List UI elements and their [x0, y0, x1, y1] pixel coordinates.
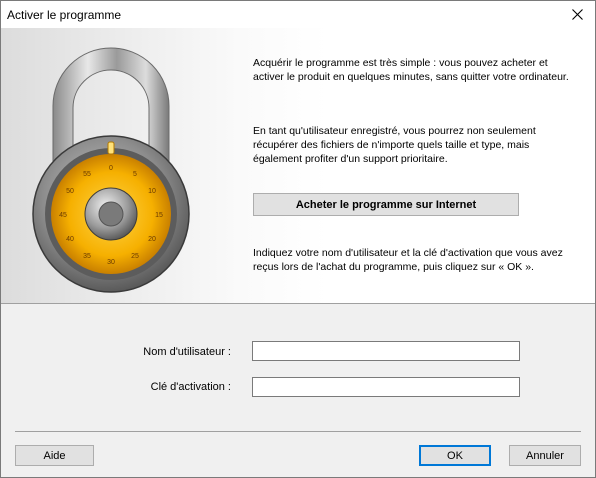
svg-text:20: 20 [148, 236, 156, 243]
svg-text:45: 45 [59, 212, 67, 219]
svg-text:25: 25 [131, 253, 139, 260]
cancel-button[interactable]: Annuler [509, 445, 581, 466]
close-button[interactable] [559, 1, 595, 28]
activation-dialog: Activer le programme 0 5 10 15 20 25 30 … [0, 0, 596, 478]
svg-text:30: 30 [107, 259, 115, 266]
activation-key-label: Clé d'activation : [150, 381, 231, 393]
intro-text: Acquérir le programme est très simple : … [253, 57, 569, 83]
username-label: Nom d'utilisateur : [143, 346, 231, 358]
svg-text:55: 55 [83, 171, 91, 178]
svg-text:5: 5 [133, 171, 137, 178]
svg-text:40: 40 [66, 236, 74, 243]
instructions-text: Indiquez votre nom d'utilisateur et la c… [253, 247, 563, 273]
svg-text:0: 0 [109, 165, 113, 172]
footer-divider [15, 431, 581, 432]
svg-text:35: 35 [83, 253, 91, 260]
banner-divider [1, 303, 595, 304]
window-title: Activer le programme [7, 8, 122, 22]
buy-online-button[interactable]: Acheter le programme sur Internet [253, 193, 519, 216]
benefits-text: En tant qu'utilisateur enregistré, vous … [253, 125, 536, 165]
title-bar: Activer le programme [1, 1, 595, 28]
svg-text:10: 10 [148, 188, 156, 195]
banner: 0 5 10 15 20 25 30 35 40 45 50 55 Acquér… [1, 28, 595, 303]
help-button[interactable]: Aide [15, 445, 94, 466]
svg-text:15: 15 [155, 212, 163, 219]
username-input[interactable] [252, 341, 520, 361]
activation-key-input[interactable] [252, 377, 520, 397]
padlock-icon: 0 5 10 15 20 25 30 35 40 45 50 55 [32, 47, 190, 293]
ok-button[interactable]: OK [419, 445, 491, 466]
svg-text:50: 50 [66, 188, 74, 195]
close-icon [571, 9, 583, 20]
